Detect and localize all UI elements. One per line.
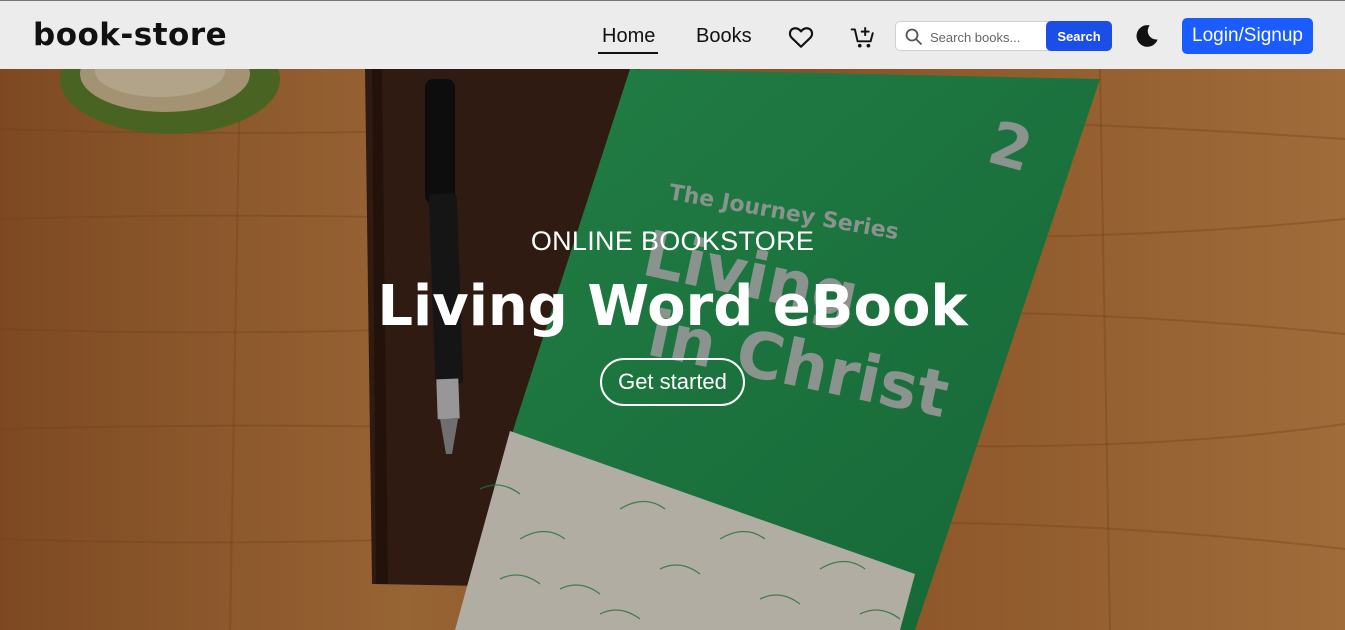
hero-title: Living Word eBook xyxy=(377,274,968,339)
hero-section: The Journey Series Living in Christ 2 ON… xyxy=(0,69,1345,630)
search-input[interactable] xyxy=(930,26,1045,48)
navbar: book-store Home Books Search Login/Signu… xyxy=(0,0,1345,69)
nav-link-home[interactable]: Home xyxy=(597,25,659,54)
get-started-button[interactable]: Get started xyxy=(600,358,745,406)
moon-icon[interactable] xyxy=(1133,22,1161,50)
nav-link-books[interactable]: Books xyxy=(696,25,752,48)
brand-logo[interactable]: book-store xyxy=(33,17,227,53)
search-button[interactable]: Search xyxy=(1046,21,1112,51)
heart-icon[interactable] xyxy=(787,23,815,51)
cart-add-icon[interactable] xyxy=(849,23,877,51)
hero-overlay xyxy=(0,69,1345,630)
hero-subtitle: ONLINE BOOKSTORE xyxy=(530,226,815,256)
search-bar: Search xyxy=(895,21,1112,51)
login-signup-button[interactable]: Login/Signup xyxy=(1182,18,1313,54)
search-icon xyxy=(905,28,922,45)
